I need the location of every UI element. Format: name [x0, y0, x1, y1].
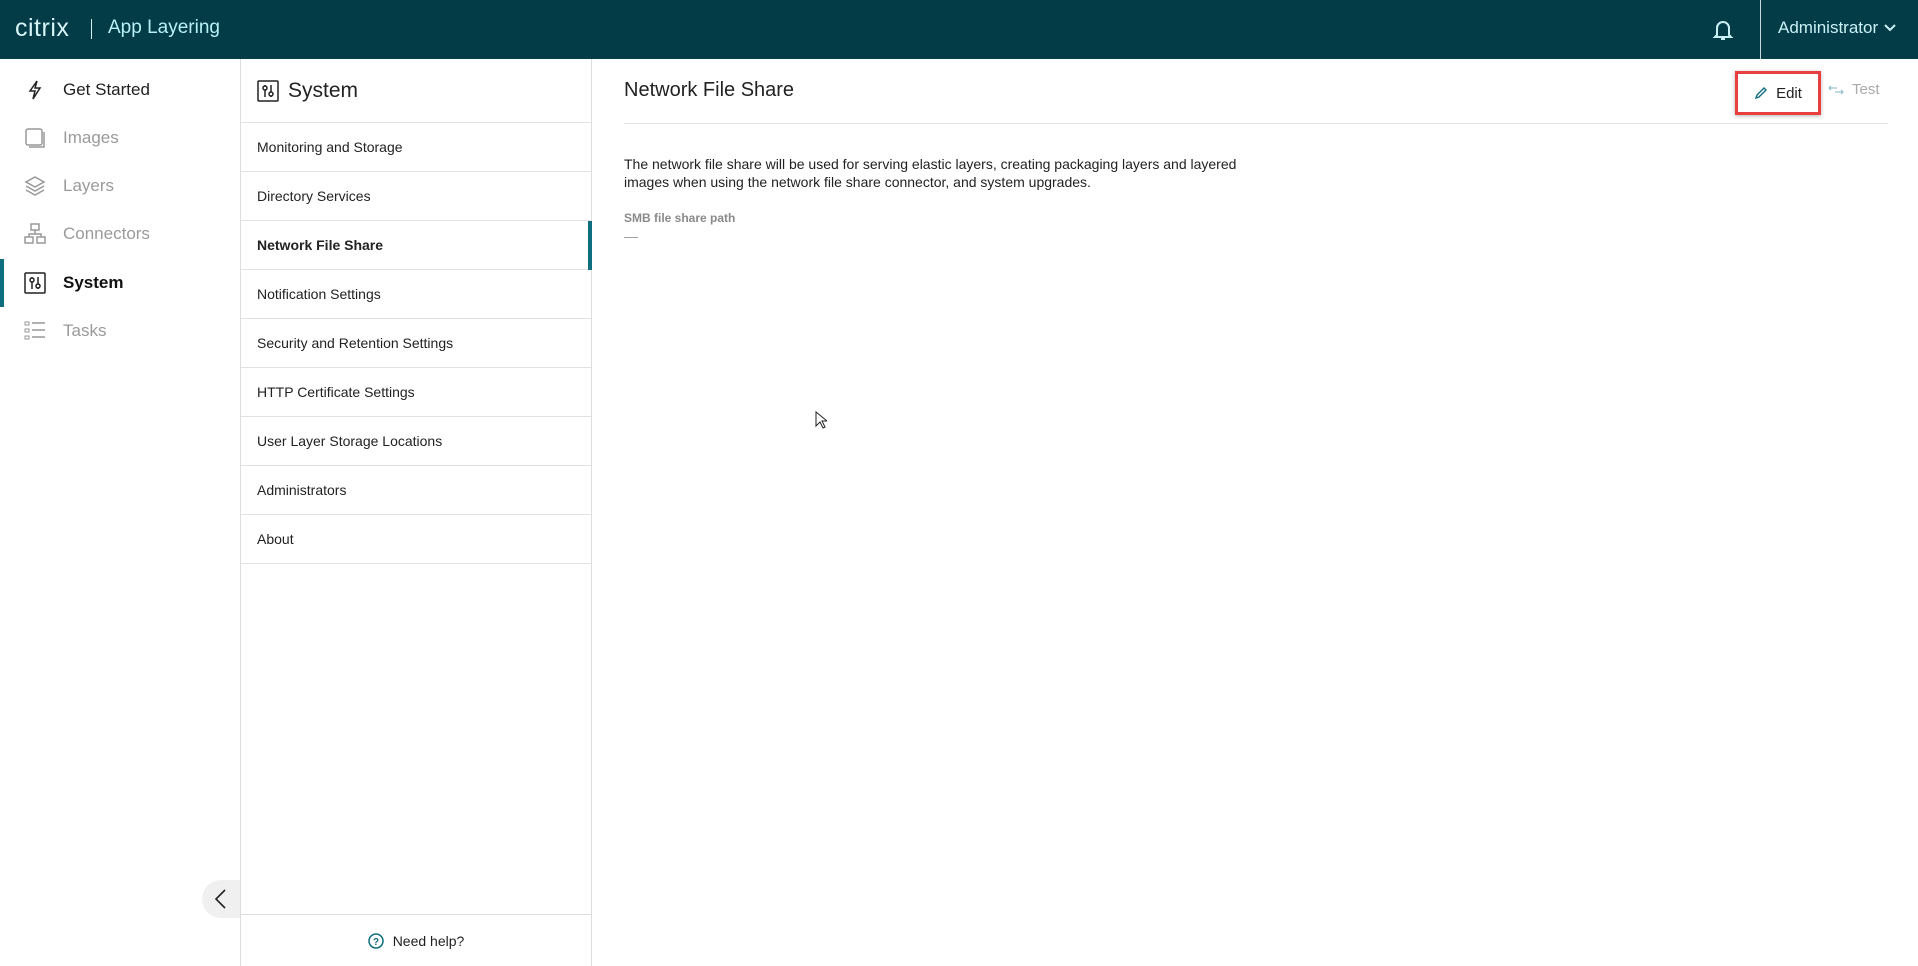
app-title: App Layering	[108, 17, 220, 38]
page-title: Network File Share	[624, 79, 795, 101]
user-menu[interactable]: Administrator	[1778, 18, 1896, 38]
nav-label: System	[63, 273, 124, 292]
panel-title: System	[288, 78, 359, 102]
chevron-left-icon	[214, 889, 226, 909]
nav-label: Tasks	[63, 321, 107, 340]
top-bar: citrix App Layering Administrator	[0, 0, 1918, 59]
panel-item-monitoring[interactable]: Monitoring and Storage	[241, 123, 591, 172]
images-icon	[25, 128, 45, 148]
panel-item-security[interactable]: Security and Retention Settings	[241, 319, 591, 368]
system-icon	[24, 272, 46, 294]
panel-item-network-file-share[interactable]: Network File Share	[241, 221, 592, 270]
nav-get-started[interactable]: Get Started	[0, 67, 240, 113]
lightning-icon	[28, 80, 42, 100]
chevron-down-icon	[1884, 24, 1896, 32]
edit-button[interactable]: Edit	[1735, 71, 1821, 115]
svg-text:?: ?	[373, 937, 379, 948]
mouse-cursor-icon	[815, 411, 827, 429]
need-help-link[interactable]: ? Need help?	[241, 914, 591, 966]
nav-layers[interactable]: Layers	[0, 163, 240, 209]
nav-connectors[interactable]: Connectors	[0, 211, 240, 257]
collapse-nav-button[interactable]	[202, 880, 240, 918]
citrix-logo: citrix	[15, 14, 70, 42]
divider	[624, 123, 1888, 124]
system-icon	[257, 79, 279, 102]
need-help-label: Need help?	[392, 932, 465, 949]
test-label: Test	[1852, 81, 1880, 98]
help-icon: ?	[367, 932, 384, 949]
smb-path-value: —	[624, 228, 638, 244]
panel-item-administrators[interactable]: Administrators	[241, 466, 591, 515]
bell-icon[interactable]	[1712, 18, 1734, 42]
panel-item-notification[interactable]: Notification Settings	[241, 270, 591, 319]
user-name: Administrator	[1778, 18, 1879, 37]
test-button[interactable]: Test	[1828, 81, 1880, 98]
pencil-icon	[1754, 87, 1768, 100]
nav-label: Layers	[63, 176, 115, 195]
left-nav: Get Started Images Layers Connectors Sys…	[0, 59, 240, 966]
connectors-icon	[24, 223, 46, 244]
smb-path-label: SMB file share path	[624, 211, 736, 225]
logo-divider	[91, 19, 92, 39]
panel-item-about[interactable]: About	[241, 515, 591, 564]
divider	[1760, 0, 1761, 59]
panel-item-directory[interactable]: Directory Services	[241, 172, 591, 221]
nav-images[interactable]: Images	[0, 115, 240, 161]
panel-header: System	[241, 59, 591, 123]
nav-label: Connectors	[63, 224, 150, 243]
nav-label: Images	[63, 128, 119, 147]
nav-tasks[interactable]: Tasks	[0, 308, 240, 354]
edit-label: Edit	[1776, 84, 1802, 102]
tasks-icon	[24, 321, 45, 340]
arrows-icon	[1828, 85, 1844, 94]
panel-item-user-layer[interactable]: User Layer Storage Locations	[241, 417, 591, 466]
nav-system[interactable]: System	[0, 260, 240, 306]
panel-item-http-cert[interactable]: HTTP Certificate Settings	[241, 368, 591, 417]
system-panel: System Monitoring and Storage Directory …	[240, 59, 592, 966]
description: The network file share will be used for …	[624, 156, 1237, 190]
layers-icon	[24, 176, 46, 196]
nav-label: Get Started	[63, 80, 150, 99]
